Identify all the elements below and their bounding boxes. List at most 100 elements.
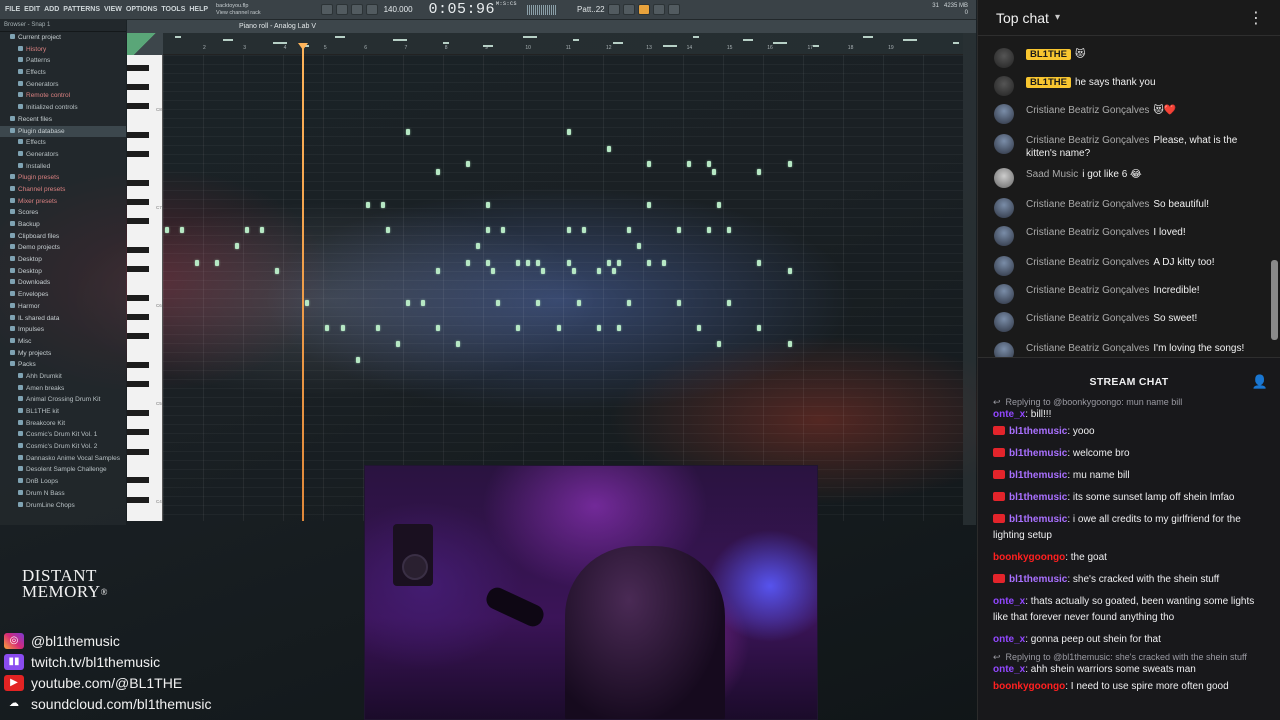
- chat-username[interactable]: boonkygoongo: [993, 552, 1065, 563]
- browser-item[interactable]: Desktop: [0, 266, 126, 278]
- chat-username[interactable]: onte_x: [993, 634, 1025, 645]
- browser-item[interactable]: Desolent Sample Challenge: [0, 464, 126, 476]
- browser-item[interactable]: Animal Crossing Drum Kit: [0, 394, 126, 406]
- avatar[interactable]: [994, 104, 1014, 124]
- play-button[interactable]: [335, 4, 348, 15]
- chat-username[interactable]: bl1themusic: [1009, 492, 1067, 503]
- avatar[interactable]: [994, 134, 1014, 154]
- black-key[interactable]: [127, 429, 149, 436]
- browser-item[interactable]: Mixer presets: [0, 196, 126, 208]
- piano-roll-scrollbar[interactable]: [963, 33, 976, 525]
- menu-item-edit[interactable]: EDIT: [24, 6, 40, 13]
- users-icon[interactable]: 👤: [1252, 374, 1269, 390]
- browser-item[interactable]: Plugin presets: [0, 172, 126, 184]
- more-options-icon[interactable]: ⋮: [1248, 8, 1264, 28]
- browser-item[interactable]: Cosmic's Drum Kit Vol. 2: [0, 441, 126, 453]
- piano-keyboard[interactable]: C8 C7 C6 C5 C4: [127, 55, 163, 521]
- black-key[interactable]: [127, 295, 149, 301]
- browser-item[interactable]: Clipboard files: [0, 231, 126, 243]
- menu-item-add[interactable]: ADD: [44, 6, 59, 13]
- chat-username[interactable]: onte_x: [993, 596, 1025, 607]
- browser-item[interactable]: Effects: [0, 137, 126, 149]
- avatar[interactable]: [994, 256, 1014, 276]
- piano-roll-button[interactable]: [622, 4, 635, 15]
- browser-item[interactable]: Generators: [0, 149, 126, 161]
- black-key[interactable]: [127, 496, 149, 503]
- menu-item-options[interactable]: OPTIONS: [126, 6, 158, 13]
- browser-button[interactable]: [667, 4, 680, 15]
- browser-item[interactable]: Recent files: [0, 114, 126, 126]
- black-key[interactable]: [127, 103, 149, 109]
- browser-item[interactable]: Dannasko Anime Vocal Samples: [0, 453, 126, 465]
- avatar[interactable]: [994, 226, 1014, 246]
- chat-author[interactable]: Cristiane Beatriz Gonçalves: [1026, 135, 1149, 146]
- black-key[interactable]: [127, 151, 149, 157]
- browser-item[interactable]: Packs: [0, 359, 126, 371]
- black-key[interactable]: [127, 131, 149, 138]
- browser-item[interactable]: Envelopes: [0, 289, 126, 301]
- black-key[interactable]: [127, 381, 149, 388]
- stop-button[interactable]: [350, 4, 363, 15]
- browser-item[interactable]: Channel presets: [0, 184, 126, 196]
- black-key[interactable]: [127, 314, 149, 321]
- chat-username[interactable]: bl1themusic: [1009, 574, 1067, 585]
- browser-item[interactable]: Generators: [0, 79, 126, 91]
- browser-item[interactable]: Demo projects: [0, 242, 126, 254]
- mixer-button[interactable]: [652, 4, 665, 15]
- browser-item[interactable]: Drum N Bass: [0, 488, 126, 500]
- browser-item[interactable]: DrumLine Chops: [0, 500, 126, 512]
- browser-item[interactable]: Scores: [0, 207, 126, 219]
- black-key[interactable]: [127, 218, 149, 225]
- chat-author[interactable]: BL1THE: [1026, 49, 1071, 60]
- chat-author[interactable]: Cristiane Beatriz Gonçalves: [1026, 285, 1149, 296]
- menu-item-tools[interactable]: TOOLS: [161, 6, 185, 13]
- browser-item[interactable]: Impulses: [0, 324, 126, 336]
- chat-author[interactable]: Cristiane Beatriz Gonçalves: [1026, 199, 1149, 210]
- chat-author[interactable]: Cristiane Beatriz Gonçalves: [1026, 105, 1149, 116]
- black-key[interactable]: [127, 179, 149, 186]
- browser-item[interactable]: Remote control: [0, 90, 126, 102]
- pattern-selector[interactable]: Patt..22: [577, 5, 605, 14]
- chat-username[interactable]: boonkygoongo: [993, 681, 1065, 692]
- black-key[interactable]: [127, 410, 149, 417]
- chat-author[interactable]: BL1THE: [1026, 77, 1071, 88]
- chevron-down-icon[interactable]: ▾: [1055, 12, 1060, 23]
- avatar[interactable]: [994, 48, 1014, 68]
- chat-author[interactable]: Cristiane Beatriz Gonçalves: [1026, 257, 1149, 268]
- chat-author[interactable]: Saad Music: [1026, 169, 1078, 180]
- menu-item-file[interactable]: FILE: [5, 6, 20, 13]
- menu-item-view[interactable]: VIEW: [104, 6, 122, 13]
- black-key[interactable]: [127, 362, 149, 369]
- black-key[interactable]: [127, 266, 149, 273]
- chat-username[interactable]: bl1themusic: [1009, 514, 1067, 525]
- browser-item[interactable]: Downloads: [0, 277, 126, 289]
- chat-username[interactable]: onte_x: [993, 664, 1025, 675]
- browser-item[interactable]: Backup: [0, 219, 126, 231]
- browser-item[interactable]: Misc: [0, 336, 126, 348]
- browser-item[interactable]: History: [0, 44, 126, 56]
- browser-item[interactable]: DnB Loops: [0, 476, 126, 488]
- youtube-chat-scrollbar[interactable]: [1271, 40, 1278, 350]
- browser-item[interactable]: IL shared data: [0, 313, 126, 325]
- browser-item[interactable]: Current project: [0, 32, 126, 44]
- browser-item[interactable]: Desktop: [0, 254, 126, 266]
- piano-roll-grid[interactable]: [163, 55, 963, 521]
- avatar[interactable]: [994, 76, 1014, 96]
- playhead-marker[interactable]: [298, 43, 308, 50]
- avatar[interactable]: [994, 168, 1014, 188]
- playlist-button[interactable]: [607, 4, 620, 15]
- browser-item[interactable]: Amen breaks: [0, 383, 126, 395]
- avatar[interactable]: [994, 312, 1014, 332]
- black-key[interactable]: [127, 64, 149, 71]
- browser-item[interactable]: Breakcore Kit: [0, 418, 126, 430]
- black-key[interactable]: [127, 247, 149, 253]
- menu-item-help[interactable]: HELP: [189, 6, 208, 13]
- browser-item[interactable]: Installed: [0, 161, 126, 173]
- playhead[interactable]: [302, 43, 304, 521]
- chat-author[interactable]: Cristiane Beatriz Gonçalves: [1026, 343, 1149, 354]
- chat-username[interactable]: onte_x: [993, 409, 1025, 420]
- chat-author[interactable]: Cristiane Beatriz Gonçalves: [1026, 227, 1149, 238]
- black-key[interactable]: [127, 199, 149, 205]
- black-key[interactable]: [127, 448, 149, 455]
- browser-item[interactable]: Plugin database: [0, 125, 126, 138]
